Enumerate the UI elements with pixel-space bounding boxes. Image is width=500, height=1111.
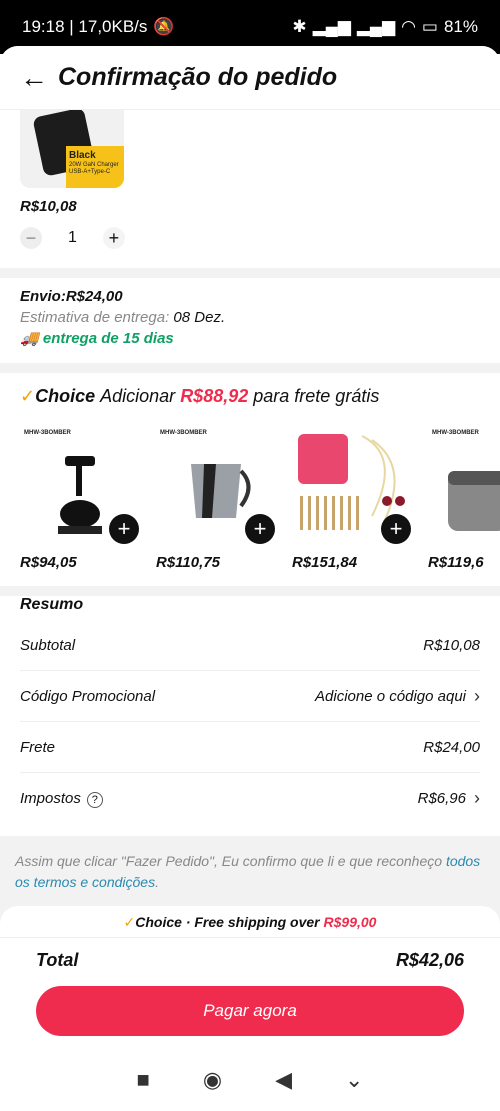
battery-icon: ▭ xyxy=(421,17,438,36)
taxes-row[interactable]: Impostos? R$6,96 › xyxy=(20,773,480,824)
status-time: 19:18 | 17,0KB/s xyxy=(22,17,148,36)
promo-code-link[interactable]: Adicione o código aqui xyxy=(315,688,466,705)
delivery-days: entrega de 15 dias xyxy=(42,330,174,347)
shipping-label: Frete xyxy=(20,738,56,756)
delivery-estimate-label: Estimativa de entrega: xyxy=(20,309,170,326)
home-circle-icon[interactable]: ◉ xyxy=(203,1067,222,1093)
back-triangle-icon[interactable]: ◀ xyxy=(275,1067,292,1093)
increase-quantity-button[interactable]: + xyxy=(102,227,125,249)
promo-text-2: para frete grátis xyxy=(253,386,380,406)
delivery-estimate-date: 08 Dez. xyxy=(173,309,226,326)
assistant-icon[interactable]: ⌄ xyxy=(345,1067,363,1093)
choice-label: Choice xyxy=(35,386,96,406)
chevron-right-icon: › xyxy=(474,685,480,706)
decrease-quantity-button[interactable]: − xyxy=(20,227,42,249)
product-image-label: Black 20W GaN Charger USB-A+Type-C xyxy=(66,146,124,188)
shipping-value: R$24,00 xyxy=(423,738,480,756)
total-row: Total R$42,06 xyxy=(0,938,500,971)
checkout-sheet: ← Confirmação do pedido Black 20W GaN Ch… xyxy=(0,46,500,1111)
battery-level: 81% xyxy=(443,17,478,36)
chevron-right-icon: › xyxy=(474,788,480,808)
shipping-cost: Envio:R$24,00 xyxy=(20,288,123,305)
add-to-cart-button[interactable]: + xyxy=(245,514,275,544)
recommended-item-image: MHW-3BOMBER xyxy=(428,426,500,550)
total-label: Total xyxy=(36,950,79,970)
check-icon: ✓ xyxy=(20,386,36,406)
taxes-value: R$6,96 xyxy=(417,790,466,807)
promo-code-label: Código Promocional xyxy=(20,687,156,705)
checkout-footer: ✓Choice · Free shipping over R$99,00 Tot… xyxy=(0,906,500,1111)
bluetooth-icon: ✱ xyxy=(292,17,307,36)
add-to-cart-button[interactable]: + xyxy=(109,514,139,544)
recommended-item[interactable]: MHW-3BOMBER + R$110,75 xyxy=(156,426,281,586)
recommended-item[interactable]: MHW-3BOMBER R$119,6 xyxy=(428,426,500,586)
divider xyxy=(0,586,500,596)
truck-icon: 🚚 xyxy=(20,330,39,347)
product-thumbnail[interactable]: Black 20W GaN Charger USB-A+Type-C xyxy=(20,104,124,188)
free-shipping-promo: ✓Choice Adicionar R$88,92 para frete grá… xyxy=(20,386,379,407)
promo-text-1: Adicionar xyxy=(100,386,176,406)
shipping-info: Envio:R$24,00 Estimativa de entrega: 08 … xyxy=(20,286,225,349)
help-icon[interactable]: ? xyxy=(86,791,103,808)
free-shipping-banner: ✓Choice · Free shipping over R$99,00 xyxy=(0,906,500,938)
recommended-item[interactable]: + R$151,84 xyxy=(292,426,417,586)
check-icon: ✓ xyxy=(123,914,136,930)
recommended-item-price: R$151,84 xyxy=(292,554,358,571)
mute-icon: 🔕 xyxy=(153,17,175,36)
recommended-item-image: MHW-3BOMBER + xyxy=(156,426,281,550)
product-item: Black 20W GaN Charger USB-A+Type-C R$10,… xyxy=(20,104,125,249)
recents-square-icon[interactable]: ■ xyxy=(137,1067,150,1093)
vacuum-canister-image xyxy=(448,471,500,531)
total-value: R$42,06 xyxy=(395,950,464,970)
recommended-item-price: R$119,6 xyxy=(428,554,484,571)
recommended-item-image: MHW-3BOMBER + xyxy=(20,426,145,550)
divider xyxy=(0,268,500,278)
divider xyxy=(0,363,500,373)
quantity-value: 1 xyxy=(68,229,77,246)
add-to-cart-button[interactable]: + xyxy=(381,514,411,544)
promo-code-row[interactable]: Código Promocional Adicione o código aqu… xyxy=(20,671,480,722)
summary-title: Resumo xyxy=(20,596,84,613)
shipping-row: Frete R$24,00 xyxy=(20,722,480,773)
page-title: Confirmação do pedido xyxy=(58,63,338,91)
back-arrow-icon[interactable]: ← xyxy=(20,62,56,94)
subtotal-label: Subtotal xyxy=(20,636,76,654)
system-navbar: ■ ◉ ◀ ⌄ xyxy=(0,1049,500,1111)
product-price: R$10,08 xyxy=(20,198,77,215)
wifi-icon: ◠ xyxy=(401,17,416,36)
recommended-products: MHW-3BOMBER + R$94,05 MHW-3BOMBER + R$11… xyxy=(20,426,500,586)
signal-icon: ▂▄▆ xyxy=(312,17,351,36)
header: ← Confirmação do pedido xyxy=(0,46,500,110)
order-summary: Resumo Subtotal R$10,08 Código Promocion… xyxy=(20,596,480,824)
pay-now-button[interactable]: Pagar agora xyxy=(36,986,464,1036)
subtotal-row: Subtotal R$10,08 xyxy=(20,620,480,671)
terms-text: Assim que clicar "Fazer Pedido", Eu conf… xyxy=(15,853,481,890)
recommended-item[interactable]: MHW-3BOMBER + R$94,05 xyxy=(20,426,145,586)
quantity-stepper: − 1 + xyxy=(20,227,125,249)
taxes-label: Impostos xyxy=(20,789,81,807)
signal-icon-2: ▂▄▆ xyxy=(356,17,396,36)
recommended-item-price: R$110,75 xyxy=(156,554,220,571)
recommended-item-image: + xyxy=(292,426,417,550)
subtotal-value: R$10,08 xyxy=(423,636,480,654)
promo-amount: R$88,92 xyxy=(180,386,249,406)
recommended-item-price: R$94,05 xyxy=(20,554,77,571)
